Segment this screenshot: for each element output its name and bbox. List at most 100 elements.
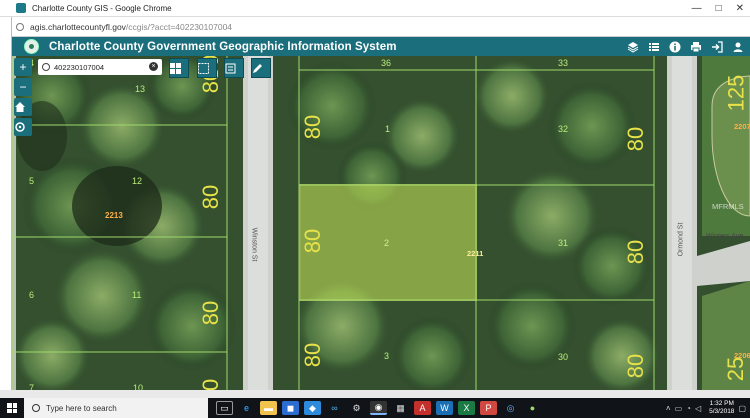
draw-tool-button[interactable]	[251, 58, 271, 78]
dimension-label: 80	[300, 342, 326, 368]
url-path: /ccgis/?acct=402230107004	[125, 21, 233, 32]
dimension-label: 80	[623, 239, 649, 265]
app3-icon[interactable]: ●	[524, 401, 541, 415]
windows-logo-icon	[7, 403, 17, 413]
clear-search-button[interactable]: ×	[149, 62, 158, 71]
edit-tool-button[interactable]	[224, 58, 244, 78]
chevron-up-icon[interactable]: ˄	[666, 404, 671, 413]
search-input[interactable]	[54, 62, 144, 72]
search-icon	[32, 404, 40, 412]
url-host: agis.charlottecountyfl.gov	[30, 21, 126, 32]
settings-gear-icon[interactable]: ⚙	[348, 401, 365, 415]
edge-icon[interactable]: e	[238, 401, 255, 415]
dropbox-icon[interactable]: ◆	[304, 401, 321, 415]
app-icon[interactable]: ∞	[326, 401, 343, 415]
street-label-winters: Winters Ave	[706, 233, 744, 240]
select-box-icon	[198, 63, 209, 74]
home-button[interactable]	[14, 98, 32, 116]
address-bar[interactable]: agis.charlottecountyfl.gov/ccgis/?acct=4…	[0, 17, 750, 37]
taskbar-search-placeholder: Type here to search	[46, 403, 117, 413]
volume-icon[interactable]: ◁	[695, 404, 701, 413]
info-lock-icon[interactable]	[16, 22, 24, 31]
pencil-icon	[253, 64, 262, 73]
screen: Charlotte County GIS - Google Chrome — □…	[0, 0, 750, 418]
address-label: 2211	[467, 249, 484, 258]
lot-number-1: 1	[385, 124, 391, 134]
taskbar-search[interactable]: Type here to search	[24, 398, 208, 418]
header-toolbar	[627, 37, 744, 56]
select-tool-button[interactable]	[197, 58, 217, 78]
clock-time: 1:32 PM	[709, 400, 734, 407]
locate-button[interactable]	[14, 118, 32, 136]
street-label-winston: Winston St	[250, 227, 258, 262]
dimension-label: 80	[623, 126, 649, 152]
dimension-label: 80	[198, 184, 224, 210]
lot-number-5: 5	[29, 176, 35, 186]
sign-in-icon[interactable]	[711, 40, 723, 53]
browser-tab-title: Charlotte County GIS - Google Chrome	[32, 3, 172, 13]
dimension-label: 125	[723, 74, 749, 112]
user-icon[interactable]	[732, 41, 744, 53]
lot-number-6: 6	[29, 290, 35, 300]
site-favicon-icon	[16, 3, 26, 13]
lot-number-11: 11	[132, 290, 142, 300]
lot-number-13: 13	[135, 84, 146, 94]
app2-icon[interactable]: ◎	[502, 401, 519, 415]
address-label: 2213	[105, 211, 123, 220]
print-icon[interactable]	[690, 41, 702, 53]
street-label-ormond: Ormond St	[677, 222, 685, 257]
wifi-icon[interactable]: ◔	[686, 404, 691, 413]
grid-tool-button[interactable]	[169, 58, 189, 78]
lot-number-2: 2	[384, 238, 390, 248]
dimension-label: 80	[198, 379, 224, 390]
layers-icon[interactable]	[627, 41, 639, 53]
info-icon[interactable]	[669, 41, 681, 53]
dimension-label: 80	[198, 300, 224, 326]
lot-number-30: 30	[558, 352, 569, 362]
background-window-edge[interactable]	[0, 17, 12, 390]
browser-title-bar[interactable]: Charlotte County GIS - Google Chrome — □…	[0, 0, 750, 17]
watermark: MFRMLS	[712, 202, 744, 211]
system-tray: ˄ ▭ ◔ ◁ 1:32 PM 5/3/2018 ▢	[666, 398, 746, 418]
lot-number-7: 7	[29, 383, 35, 390]
store-icon[interactable]: ◼	[282, 401, 299, 415]
chrome-icon[interactable]: ◉	[370, 401, 387, 415]
notifications-icon[interactable]: ▢	[738, 404, 746, 413]
lot-number-10: 10	[133, 383, 144, 390]
taskbar-apps: ▭ e ▬ ◼ ◆ ∞ ⚙ ◉ ▦ A W X P ◎ ●	[216, 401, 541, 415]
dimension-label: 80	[623, 353, 649, 379]
calculator-icon[interactable]: ▦	[392, 401, 409, 415]
maximize-button[interactable]: □	[716, 3, 722, 14]
locate-icon	[15, 122, 25, 132]
address-label: 2207	[734, 122, 750, 131]
list-icon[interactable]	[648, 41, 660, 53]
search-icon	[42, 63, 50, 71]
excel-icon[interactable]: X	[458, 401, 475, 415]
battery-icon[interactable]: ▭	[675, 404, 683, 413]
grid-icon	[170, 63, 181, 74]
lot-number-33: 33	[558, 58, 569, 68]
powerpoint-icon[interactable]: P	[480, 401, 497, 415]
note-icon	[225, 63, 236, 74]
zoom-out-button[interactable]: −	[14, 78, 32, 96]
word-icon[interactable]: W	[436, 401, 453, 415]
map-bottom-border	[0, 390, 750, 398]
lot-number-36: 36	[381, 58, 392, 68]
dimension-label: 25	[723, 356, 749, 382]
task-view-icon[interactable]: ▭	[216, 401, 233, 415]
close-button[interactable]: ✕	[736, 3, 744, 14]
county-seal-icon	[24, 39, 39, 54]
zoom-in-button[interactable]: +	[14, 58, 32, 76]
parcel-search[interactable]: ×	[38, 59, 162, 75]
dimension-label: 80	[300, 228, 326, 254]
clock-date: 5/3/2018	[709, 408, 735, 415]
minimize-button[interactable]: —	[692, 3, 702, 14]
clock[interactable]: 1:32 PM 5/3/2018	[709, 400, 734, 416]
start-button[interactable]	[0, 398, 24, 418]
url-text[interactable]: agis.charlottecountyfl.gov/ccgis/?acct=4…	[30, 22, 232, 32]
file-explorer-icon[interactable]: ▬	[260, 401, 277, 415]
map-canvas[interactable]: 13 12 11 10 36 1 2 3 33 32 31 30 4 5 6 7…	[12, 56, 750, 390]
windows-taskbar: Type here to search ▭ e ▬ ◼ ◆ ∞ ⚙ ◉ ▦ A …	[0, 398, 750, 418]
acrobat-icon[interactable]: A	[414, 401, 431, 415]
gis-title: Charlotte County Government Geographic I…	[49, 40, 397, 53]
